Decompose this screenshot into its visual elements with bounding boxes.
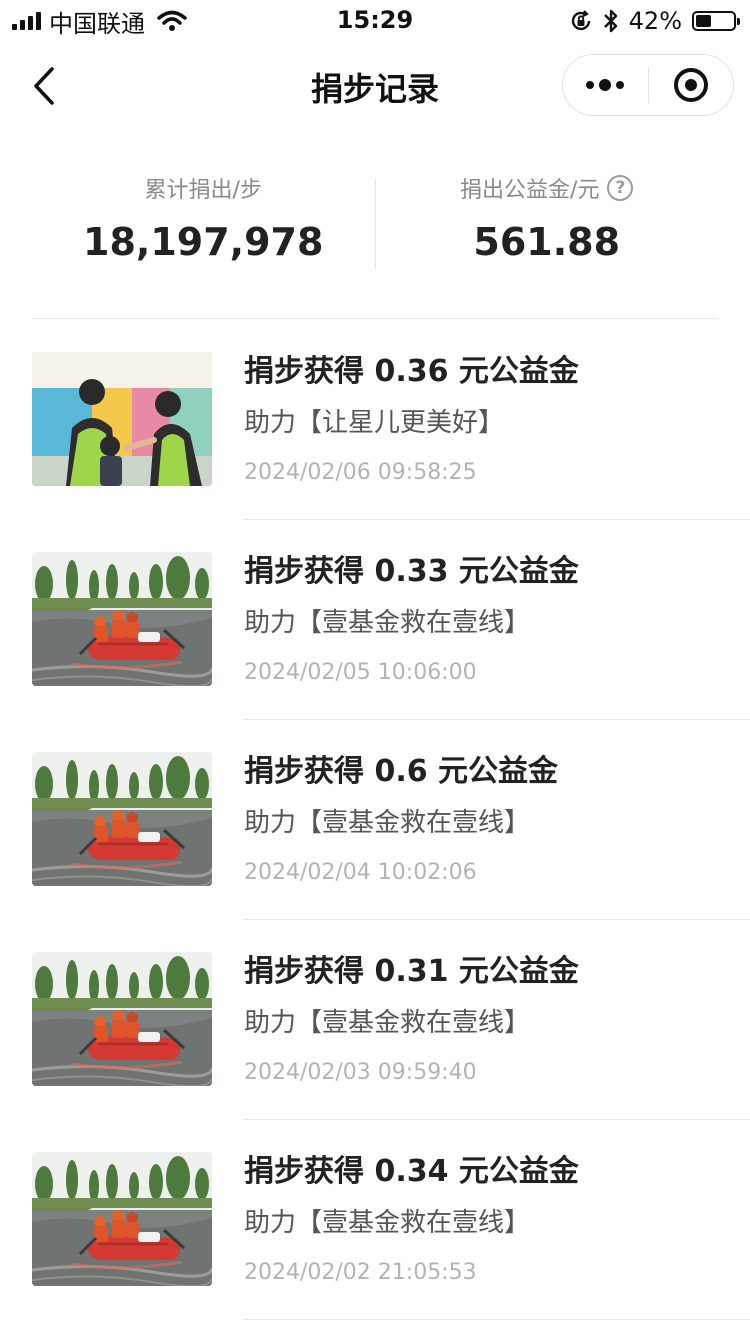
record-title: 捐步获得 0.6 元公益金: [244, 754, 559, 789]
more-button[interactable]: [563, 55, 648, 115]
record-project: 助力【让星儿更美好】: [244, 408, 505, 438]
record-time: 2024/02/04 10:02:06: [244, 860, 477, 885]
record-time: 2024/02/03 09:59:40: [244, 1060, 477, 1085]
donation-record-item[interactable]: 捐步获得 0.33 元公益金助力【壹基金救在壹线】 2024/02/05 10:0…: [0, 520, 750, 720]
donation-record-list: 捐步获得 0.36 元公益金助力【让星儿更美好】 2024/02/06 09:58…: [0, 320, 750, 1320]
steps-label-text: 累计捐出/步: [144, 178, 262, 203]
battery-icon: [692, 11, 740, 31]
help-icon[interactable]: ?: [607, 175, 634, 201]
record-project: 助力【壹基金救在壹线】: [244, 1008, 531, 1038]
row-divider: [244, 1319, 750, 1320]
more-dots-icon: [586, 79, 625, 91]
project-thumbnail: [32, 1152, 212, 1286]
record-title: 捐步获得 0.33 元公益金: [244, 554, 579, 589]
steps-value: 18,197,978: [83, 220, 324, 264]
steps-summary: 累计捐出/步 18,197,978: [32, 170, 375, 280]
record-project: 助力【壹基金救在壹线】: [244, 1208, 531, 1238]
battery-level: [696, 15, 711, 27]
donation-record-item[interactable]: 捐步获得 0.6 元公益金助力【壹基金救在壹线】 2024/02/04 10:02…: [0, 720, 750, 920]
donation-record-item[interactable]: 捐步获得 0.34 元公益金助力【壹基金救在壹线】 2024/02/02 21:0…: [0, 1120, 750, 1320]
status-right: 42%: [569, 6, 740, 36]
money-label-text: 捐出公益金/元: [460, 178, 600, 203]
record-title: 捐步获得 0.31 元公益金: [244, 954, 579, 989]
section-divider: [32, 318, 718, 319]
close-miniprogram-button[interactable]: [649, 55, 734, 115]
money-label: 捐出公益金/元 ?: [460, 170, 634, 206]
nav-bar: 捐步记录: [0, 44, 750, 128]
project-thumbnail: [32, 352, 212, 486]
donation-record-item[interactable]: 捐步获得 0.36 元公益金助力【让星儿更美好】 2024/02/06 09:58…: [0, 320, 750, 520]
rotation-lock-icon: [571, 10, 590, 31]
donation-record-item[interactable]: 捐步获得 0.31 元公益金助力【壹基金救在壹线】 2024/02/03 09:5…: [0, 920, 750, 1120]
money-value: 561.88: [473, 220, 621, 264]
summary-panel: 累计捐出/步 18,197,978 捐出公益金/元 ? 561.88: [32, 170, 718, 280]
project-thumbnail: [32, 952, 212, 1086]
status-bar: 中国联通 15:29 42%: [0, 0, 750, 44]
project-thumbnail: [32, 552, 212, 686]
record-time: 2024/02/05 10:06:00: [244, 660, 477, 685]
project-thumbnail: [32, 752, 212, 886]
record-project: 助力【壹基金救在壹线】: [244, 808, 531, 838]
target-icon: [673, 68, 708, 102]
steps-label: 累计捐出/步: [145, 170, 262, 206]
bluetooth-icon: [603, 9, 617, 33]
record-time: 2024/02/02 21:05:53: [244, 1260, 477, 1285]
money-summary: 捐出公益金/元 ? 561.88: [376, 170, 719, 280]
battery-percent: 42%: [628, 7, 682, 35]
record-title: 捐步获得 0.34 元公益金: [244, 1154, 579, 1189]
record-time: 2024/02/06 09:58:25: [244, 460, 477, 485]
record-title: 捐步获得 0.36 元公益金: [244, 354, 579, 389]
mini-program-capsule: [562, 54, 734, 116]
record-project: 助力【壹基金救在壹线】: [244, 608, 531, 638]
